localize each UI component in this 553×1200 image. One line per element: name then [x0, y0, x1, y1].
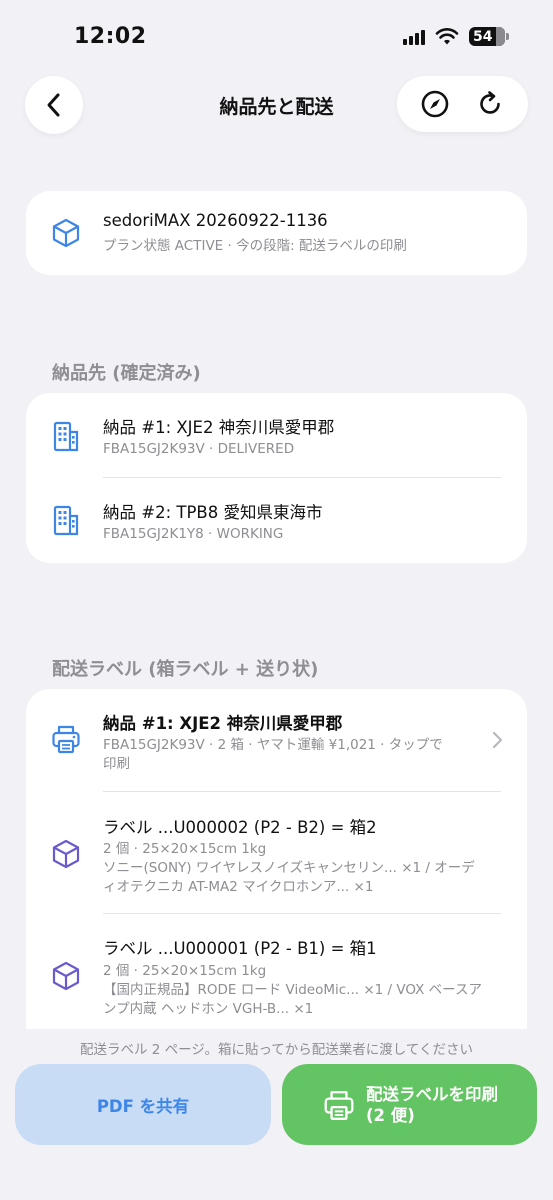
status-icons: 54	[403, 27, 509, 46]
cube-icon	[50, 217, 82, 249]
box-label-title: ラベル ...U000002 (P2 - B2) = 箱2	[103, 818, 377, 837]
cellular-signal-icon	[403, 29, 425, 45]
compass-button[interactable]	[415, 84, 455, 124]
labels-header: 配送ラベル (箱ラベル + 送り状)	[52, 659, 319, 680]
compass-icon	[421, 90, 449, 118]
cube-icon	[50, 838, 82, 870]
shipment-subtitle-line1: FBA15GJ2K93V · 2 箱 · ヤマト運輸 ¥1,021 · タップで	[103, 737, 443, 753]
plan-title: sedoriMAX 20260922-1136	[103, 211, 328, 230]
refresh-icon	[480, 91, 501, 114]
share-pdf-button[interactable]: PDF を共有	[15, 1064, 271, 1145]
print-labels-button[interactable]: 配送ラベルを印刷 (2 便)	[282, 1064, 537, 1145]
building-icon	[50, 420, 82, 452]
box-label-items-cont: ィオテクニカ AT-MA2 マイクロホンア... ×1	[103, 879, 374, 895]
share-pdf-label: PDF を共有	[96, 1096, 190, 1116]
destination-title: 納品 #1: XJE2 神奈川県愛甲郡	[103, 418, 335, 437]
plan-card: sedoriMAX 20260922-1136 プラン状態 ACTIVE · 今…	[26, 191, 527, 275]
box-label-detail: 2 個 · 25×20×15cm 1kg	[103, 841, 267, 857]
plan-subtitle: プラン状態 ACTIVE · 今の段階: 配送ラベルの印刷	[103, 238, 407, 254]
shipment-subtitle-line2: 印刷	[103, 756, 130, 772]
footer-note: 配送ラベル 2 ページ。箱に貼ってから配送業者に渡してください	[79, 1042, 473, 1058]
chevron-right-icon	[492, 731, 503, 749]
status-time: 12:02	[74, 24, 147, 49]
box-label-detail: 2 個 · 25×20×15cm 1kg	[103, 963, 267, 979]
destination-title: 納品 #2: TPB8 愛知県東海市	[103, 503, 323, 522]
refresh-button[interactable]	[470, 84, 510, 124]
labels-card: 納品 #1: XJE2 神奈川県愛甲郡 FBA15GJ2K93V · 2 箱 ·…	[26, 689, 527, 1029]
battery-icon: 54	[469, 27, 509, 46]
destinations-card: 納品 #1: XJE2 神奈川県愛甲郡 FBA15GJ2K93V · DELIV…	[26, 393, 527, 563]
nav-actions	[397, 76, 528, 132]
box-label-items: 【国内正規品】RODE ロード VideoMic... ×1 / VOX ベース…	[103, 982, 482, 998]
printer-icon	[324, 1090, 354, 1120]
divider	[103, 477, 501, 478]
box-label-items: ソニー(SONY) ワイヤレスノイズキャンセリン... ×1 / オーデ	[103, 860, 475, 876]
destination-subtitle: FBA15GJ2K93V · DELIVERED	[103, 441, 295, 457]
print-labels-text: 配送ラベルを印刷 (2 便)	[366, 1084, 498, 1126]
battery-level: 54	[473, 28, 493, 45]
print-labels-line2: (2 便)	[366, 1105, 415, 1125]
printer-icon	[50, 723, 82, 755]
cube-icon	[50, 960, 82, 992]
shipment-title: 納品 #1: XJE2 神奈川県愛甲郡	[103, 714, 343, 733]
box-label-title: ラベル ...U000001 (P2 - B1) = 箱1	[103, 939, 377, 958]
divider	[103, 913, 501, 914]
building-icon	[50, 504, 82, 536]
box-label-items-cont: ンプ内蔵 ヘッドホン VGH-B... ×1	[103, 1001, 314, 1017]
divider	[103, 791, 501, 792]
destinations-header: 納品先 (確定済み)	[52, 363, 201, 384]
wifi-icon	[435, 27, 459, 44]
destination-subtitle: FBA15GJ2K1Y8 · WORKING	[103, 526, 284, 542]
status-bar: 12:02 54	[0, 0, 553, 70]
print-labels-line1: 配送ラベルを印刷	[366, 1084, 498, 1104]
